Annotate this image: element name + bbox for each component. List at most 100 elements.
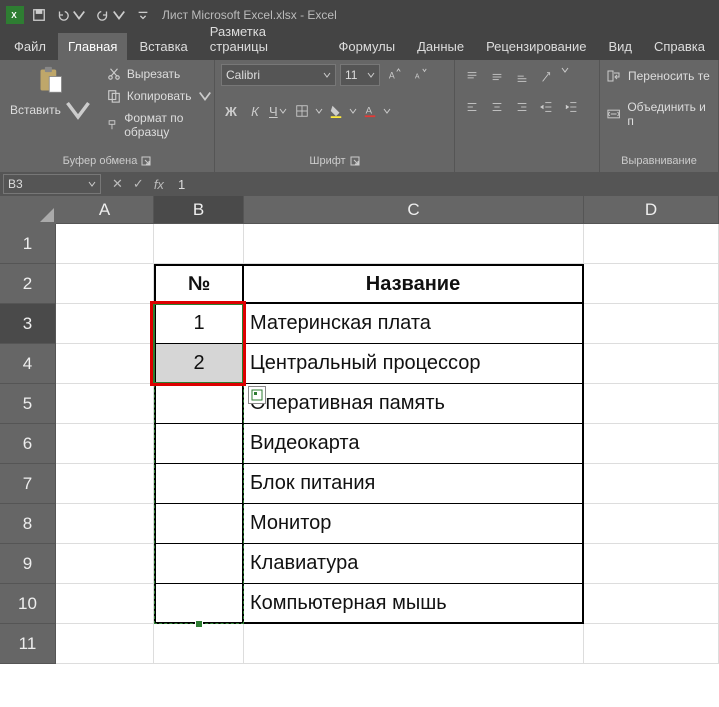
cell[interactable] <box>584 504 719 544</box>
menu-tab-разметка страницы[interactable]: Разметка страницы <box>200 18 327 60</box>
decrease-indent-button[interactable] <box>536 96 558 118</box>
cell[interactable] <box>56 224 154 264</box>
accept-formula-button[interactable]: ✓ <box>133 176 144 192</box>
font-name-combo[interactable]: Calibri <box>221 64 336 86</box>
cell[interactable]: Видеокарта <box>244 424 584 464</box>
cell[interactable]: Центральный процессор <box>244 344 584 384</box>
row-headers[interactable]: 1234567891011 <box>0 224 56 664</box>
cell[interactable] <box>584 624 719 664</box>
undo-button[interactable] <box>56 8 86 22</box>
cancel-formula-button[interactable]: ✕ <box>112 176 123 192</box>
menu-tab-вид[interactable]: Вид <box>598 33 642 60</box>
decrease-font-button[interactable]: A <box>410 64 432 86</box>
column-header[interactable]: B <box>154 196 244 224</box>
cell[interactable] <box>56 264 154 304</box>
format-painter-button[interactable]: Формат по образцу <box>103 110 216 140</box>
cell[interactable]: Оперативная память <box>244 384 584 424</box>
cell[interactable] <box>154 504 244 544</box>
cell[interactable] <box>56 384 154 424</box>
cell[interactable] <box>154 544 244 584</box>
formula-bar[interactable]: 1 <box>172 177 719 192</box>
cell[interactable]: 2 <box>154 344 244 384</box>
row-header[interactable]: 8 <box>0 504 56 544</box>
align-middle-button[interactable] <box>486 66 508 88</box>
copy-button[interactable]: Копировать <box>103 88 216 104</box>
cell[interactable]: Компьютерная мышь <box>244 584 584 624</box>
menu-tab-формулы[interactable]: Формулы <box>329 33 406 60</box>
align-top-button[interactable] <box>461 66 483 88</box>
cell[interactable] <box>584 544 719 584</box>
font-launcher-icon[interactable] <box>350 156 360 166</box>
bold-button[interactable]: Ж <box>221 104 241 119</box>
row-header[interactable]: 3 <box>0 304 56 344</box>
save-button[interactable] <box>32 8 46 22</box>
cell[interactable]: № <box>154 264 244 304</box>
align-right-button[interactable] <box>511 96 533 118</box>
cell[interactable] <box>56 504 154 544</box>
fill-color-button[interactable] <box>325 100 347 122</box>
cell[interactable] <box>584 264 719 304</box>
row-header[interactable]: 9 <box>0 544 56 584</box>
cut-button[interactable]: Вырезать <box>103 66 216 82</box>
align-bottom-button[interactable] <box>511 66 533 88</box>
cell[interactable] <box>584 384 719 424</box>
column-header[interactable]: D <box>584 196 719 224</box>
cell[interactable] <box>56 424 154 464</box>
cell[interactable] <box>56 464 154 504</box>
column-header[interactable]: C <box>244 196 584 224</box>
menu-tab-вставка[interactable]: Вставка <box>129 33 197 60</box>
menu-tab-справка[interactable]: Справка <box>644 33 715 60</box>
row-header[interactable]: 5 <box>0 384 56 424</box>
cell[interactable]: 1 <box>154 304 244 344</box>
cell[interactable] <box>154 464 244 504</box>
name-box[interactable]: B3 <box>3 174 101 194</box>
cell[interactable] <box>154 584 244 624</box>
menu-tab-главная[interactable]: Главная <box>58 33 127 60</box>
clipboard-launcher-icon[interactable] <box>141 156 151 166</box>
column-headers[interactable]: ABCD <box>56 196 719 224</box>
cell[interactable] <box>584 464 719 504</box>
cell[interactable] <box>154 384 244 424</box>
row-header[interactable]: 10 <box>0 584 56 624</box>
column-header[interactable]: A <box>56 196 154 224</box>
row-header[interactable]: 1 <box>0 224 56 264</box>
autofill-options-button[interactable] <box>248 386 266 404</box>
cell[interactable]: Блок питания <box>244 464 584 504</box>
orientation-button[interactable] <box>536 66 558 88</box>
font-size-combo[interactable]: 11 <box>340 64 380 86</box>
cell[interactable] <box>56 304 154 344</box>
cell[interactable] <box>154 224 244 264</box>
cell[interactable]: Клавиатура <box>244 544 584 584</box>
menu-tab-данные[interactable]: Данные <box>407 33 474 60</box>
borders-button[interactable] <box>291 100 313 122</box>
align-left-button[interactable] <box>461 96 483 118</box>
cell[interactable]: Монитор <box>244 504 584 544</box>
redo-button[interactable] <box>96 8 126 22</box>
italic-button[interactable]: К <box>245 104 265 119</box>
cell[interactable] <box>584 584 719 624</box>
cell[interactable] <box>56 544 154 584</box>
merge-cells-button[interactable]: Объединить и п <box>606 98 712 130</box>
cell[interactable] <box>56 584 154 624</box>
select-all-button[interactable] <box>0 196 56 224</box>
paste-button[interactable]: Вставить <box>6 64 97 152</box>
cell[interactable] <box>584 424 719 464</box>
cell[interactable] <box>244 624 584 664</box>
fx-button[interactable]: fx <box>154 177 164 192</box>
menu-tab-рецензирование[interactable]: Рецензирование <box>476 33 596 60</box>
cell[interactable] <box>154 624 244 664</box>
cell[interactable] <box>56 344 154 384</box>
row-header[interactable]: 6 <box>0 424 56 464</box>
row-header[interactable]: 11 <box>0 624 56 664</box>
cell[interactable]: Название <box>244 264 584 304</box>
increase-font-button[interactable]: A <box>384 64 406 86</box>
cell[interactable] <box>584 344 719 384</box>
row-header[interactable]: 7 <box>0 464 56 504</box>
row-header[interactable]: 2 <box>0 264 56 304</box>
wrap-text-button[interactable]: Переносить те <box>606 66 712 86</box>
cell[interactable]: Материнская плата <box>244 304 584 344</box>
increase-indent-button[interactable] <box>561 96 583 118</box>
font-color-button[interactable]: A <box>359 100 381 122</box>
cell[interactable] <box>244 224 584 264</box>
qat-customize-button[interactable] <box>136 8 150 22</box>
